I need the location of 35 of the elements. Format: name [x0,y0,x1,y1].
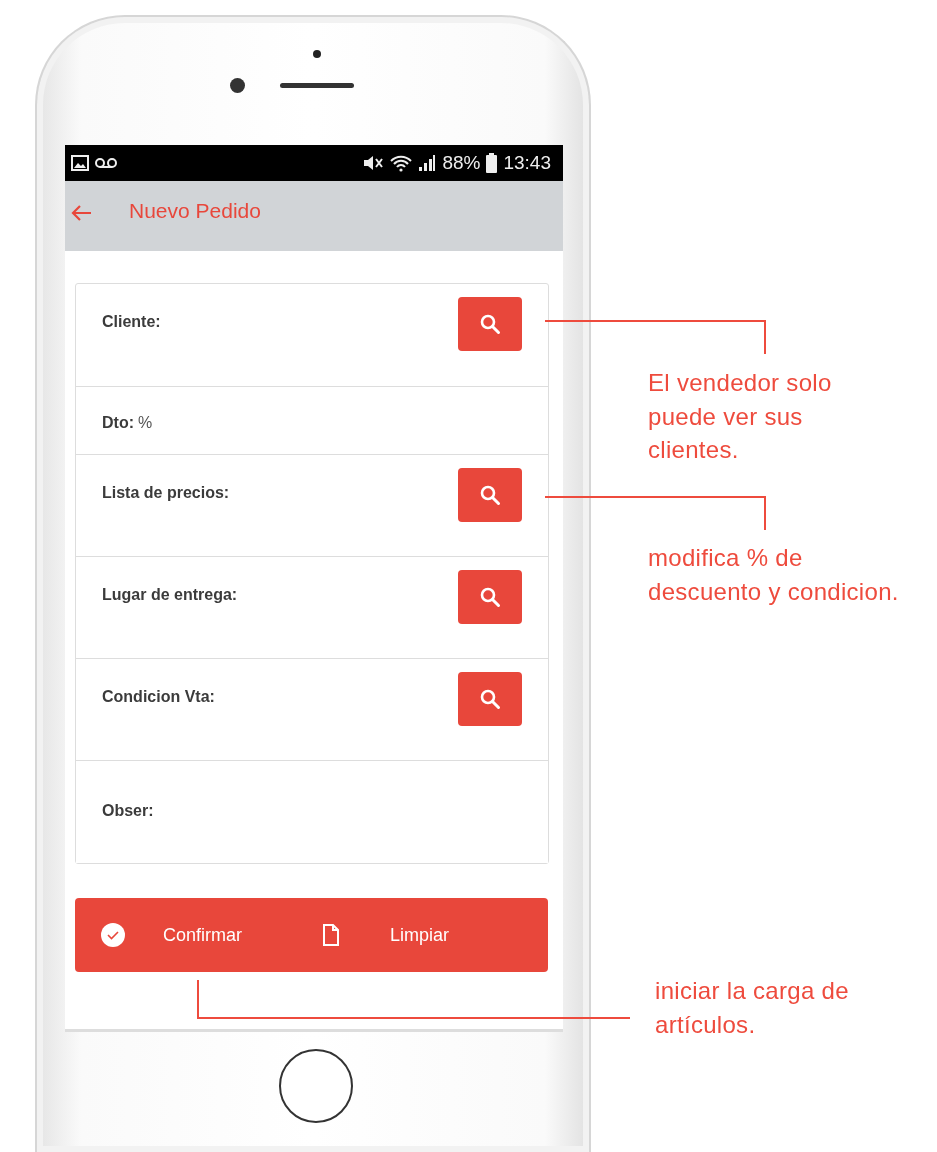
sensor-icon [313,50,321,58]
annotation-note: modifica % de descuento y condicion. [648,543,899,607]
field-label: Cliente: [102,312,161,332]
screen-title: Nuevo Pedido [129,198,261,224]
back-button[interactable] [69,203,93,223]
search-button[interactable] [458,468,522,522]
voicemail-icon [95,157,117,169]
clock-time: 13:43 [503,150,551,175]
search-button[interactable] [458,570,522,624]
signal-icon [418,154,437,172]
image-icon [71,155,89,171]
search-button[interactable] [458,297,522,351]
field-label: Lista de precios: [102,483,230,503]
search-icon [479,484,501,506]
speaker-icon [280,83,354,88]
wifi-icon [390,154,413,172]
battery-percent: 88% [442,150,481,175]
back-arrow-icon [69,203,93,223]
field-value: % [138,413,153,433]
mute-icon [362,154,385,172]
field-label: Dto: [102,413,134,433]
field-label: Condicion Vta: [102,687,215,707]
search-icon [479,586,501,608]
annotation-note: iniciar la carga de artículos. [655,976,849,1040]
battery-icon [486,153,498,173]
clear-button[interactable]: Limpiar [322,921,450,949]
field-label: Lugar de entrega: [102,585,238,605]
annotation-note: El vendedor solo puede ver sus clientes. [648,368,832,466]
search-button[interactable] [458,672,522,726]
confirm-button[interactable]: Confirmar [101,921,242,949]
search-icon [479,313,501,335]
check-circle-icon [101,923,125,947]
document-icon [322,924,340,946]
camera-icon [230,78,245,93]
search-icon [479,688,501,710]
